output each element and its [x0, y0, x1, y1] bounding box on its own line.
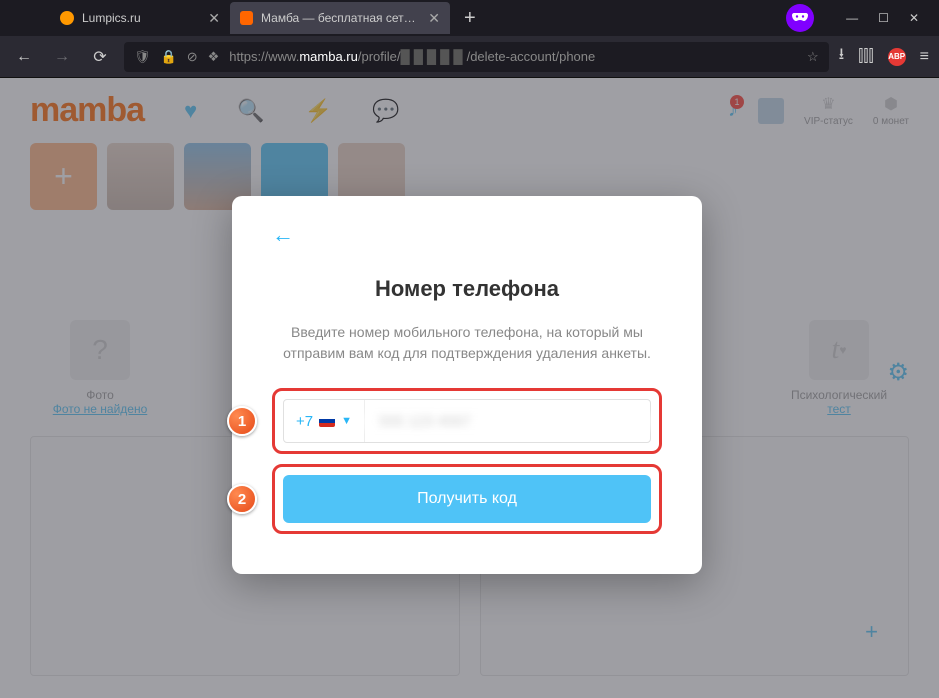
tab-label: Мамба — бесплатная сеть зна — [261, 11, 420, 25]
bookmark-star-icon[interactable]: ☆ — [807, 49, 819, 65]
private-mask-icon[interactable] — [786, 4, 814, 32]
favicon-mamba — [240, 11, 253, 25]
menu-icon[interactable]: ≡ — [920, 48, 929, 66]
annotation-box-1: 1 +7 ▼ — [272, 388, 662, 454]
shield-icon[interactable]: 🛡 — [134, 49, 151, 65]
lock-icon[interactable]: 🔒 — [161, 49, 177, 65]
new-tab-button[interactable]: + — [450, 7, 490, 30]
phone-number-input[interactable] — [365, 413, 650, 430]
security-icons: 🛡 🔒 ⊘ ❖ — [134, 49, 219, 65]
browser-tabs: Lumpics.ru ✕ Мамба — бесплатная сеть зна… — [50, 0, 490, 36]
window-controls: — ☐ ✕ — [786, 4, 939, 32]
url-text: https://www.mamba.ru/profile/█████/delet… — [229, 49, 595, 64]
close-icon[interactable]: ✕ — [428, 10, 440, 27]
forward-button[interactable]: → — [48, 43, 76, 71]
tab-lumpics[interactable]: Lumpics.ru ✕ — [50, 2, 230, 34]
page-content: mamba ♥ 🔍 ⚡ 💬 ♪ 1 ♛ VIP-статус ⬢ 0 монет — [0, 78, 939, 698]
modal-subtitle: Введите номер мобильного телефона, на ко… — [272, 322, 662, 364]
browser-toolbar: ← → ⟳ 🛡 🔒 ⊘ ❖ https://www.mamba.ru/profi… — [0, 36, 939, 78]
browser-titlebar: Lumpics.ru ✕ Мамба — бесплатная сеть зна… — [0, 0, 939, 36]
tab-mamba[interactable]: Мамба — бесплатная сеть зна ✕ — [230, 2, 450, 34]
country-code-selector[interactable]: +7 ▼ — [284, 400, 365, 442]
close-icon[interactable]: ✕ — [208, 10, 220, 27]
country-code-text: +7 — [296, 413, 313, 430]
library-icon[interactable]: ⫿⫿⫿ — [858, 48, 873, 66]
annotation-marker-2: 2 — [227, 484, 257, 514]
chevron-down-icon: ▼ — [341, 415, 352, 427]
phone-input-row: +7 ▼ — [283, 399, 651, 443]
favicon-lumpics — [60, 11, 74, 25]
url-bar[interactable]: 🛡 🔒 ⊘ ❖ https://www.mamba.ru/profile/███… — [124, 42, 829, 72]
phone-modal: ← Номер телефона Введите номер мобильног… — [232, 196, 702, 574]
russia-flag-icon — [319, 415, 335, 427]
downloads-icon[interactable]: ⭳ — [839, 43, 845, 70]
annotation-box-2: 2 Получить код — [272, 464, 662, 534]
abp-icon[interactable]: ABP — [888, 48, 906, 66]
get-code-button[interactable]: Получить код — [283, 475, 651, 523]
minimize-button[interactable]: — — [846, 11, 858, 25]
toolbar-right: ⭳ ⫿⫿⫿ ABP ≡ — [839, 43, 929, 70]
permission-icon[interactable]: ⊘ — [187, 49, 198, 65]
modal-back-button[interactable]: ← — [272, 222, 294, 247]
reload-button[interactable]: ⟳ — [86, 43, 114, 71]
modal-title: Номер телефона — [272, 276, 662, 302]
close-button[interactable]: ✕ — [909, 11, 919, 25]
tab-label: Lumpics.ru — [82, 11, 141, 25]
maximize-button[interactable]: ☐ — [878, 11, 889, 25]
extension-icon[interactable]: ❖ — [208, 49, 220, 65]
annotation-marker-1: 1 — [227, 406, 257, 436]
back-button[interactable]: ← — [10, 43, 38, 71]
